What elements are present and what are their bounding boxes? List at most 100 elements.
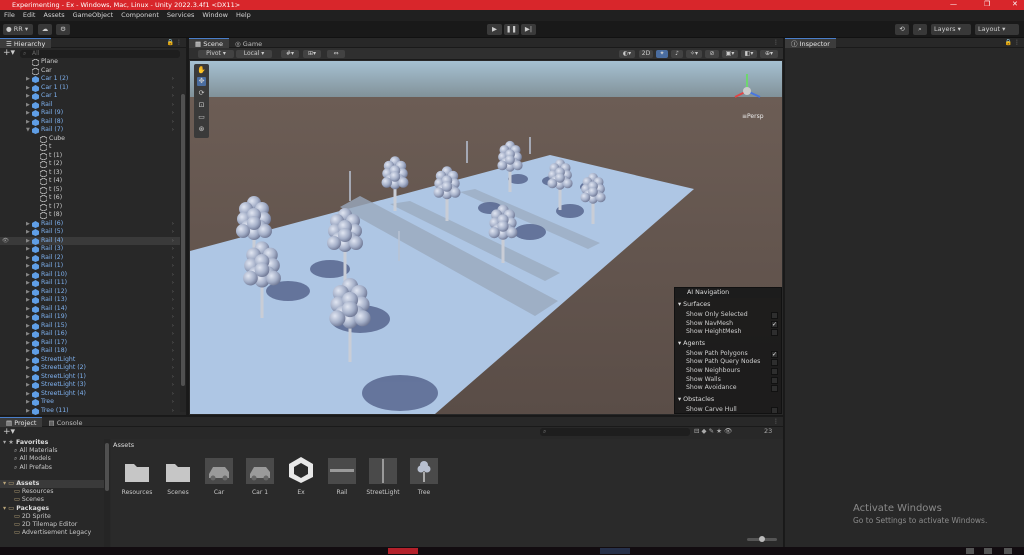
menu-item-file[interactable]: File [4,11,15,19]
history-icon[interactable]: ⟲ [895,24,909,35]
project-tree-scrollbar[interactable] [104,439,110,548]
shading-mode-icon[interactable]: ◐▾ [619,50,635,58]
prefab-open-icon[interactable]: › [172,364,174,373]
hierarchy-item[interactable]: ▶ Car 1 (1) › [0,84,180,93]
ai-nav-section[interactable]: ▾ Surfaces [678,301,710,308]
prefab-open-icon[interactable]: › [172,347,174,356]
expand-arrow-icon[interactable]: ▶ [26,381,30,390]
tab-console[interactable]: ▤ Console [42,418,88,428]
hierarchy-item[interactable]: t (7) [0,203,180,212]
prefab-open-icon[interactable]: › [172,296,174,305]
play-button[interactable]: ▶ [487,24,502,35]
prefab-open-icon[interactable]: › [172,254,174,263]
hierarchy-item[interactable]: ▶ Rail (12) › [0,288,180,297]
hierarchy-item[interactable]: t (3) [0,169,180,178]
project-tree-item[interactable] [0,472,104,480]
create-icon[interactable]: +▾ [3,427,15,437]
tab-project[interactable]: ▤ Project [0,417,43,427]
taskbar-app-icon[interactable] [600,548,630,554]
prefab-open-icon[interactable]: › [172,313,174,322]
hierarchy-item[interactable]: ▶ Rail (9) › [0,109,180,118]
expand-arrow-icon[interactable]: ▶ [26,237,30,246]
expand-arrow-icon[interactable]: ▶ [26,398,30,407]
hierarchy-item[interactable]: ▶ Car 1 (2) › [0,75,180,84]
expand-arrow-icon[interactable]: ▶ [26,75,30,84]
asset-unity[interactable]: Ex [281,456,321,502]
project-tree-item[interactable]: ▾ ▭ Packages [0,505,104,513]
taskbar-app-icon[interactable] [388,548,418,554]
asset-car[interactable]: Car 1 [240,456,280,502]
expand-arrow-icon[interactable]: ▶ [26,288,30,297]
hierarchy-item[interactable]: ▶ Rail (1) › [0,262,180,271]
project-tree-item[interactable]: ⌕ All Models [0,455,104,463]
hierarchy-item[interactable]: ▶ Rail (14) › [0,305,180,314]
search-icon[interactable]: ⌕ [913,24,927,35]
expand-arrow-icon[interactable]: ▶ [26,254,30,263]
expand-arrow-icon[interactable]: ▶ [26,101,30,110]
effects-icon[interactable]: ✧▾ [686,50,702,58]
prefab-open-icon[interactable]: › [172,339,174,348]
prefab-open-icon[interactable]: › [172,373,174,382]
hierarchy-item[interactable]: ▶ Tree (11) › [0,407,180,416]
ai-nav-checkbox[interactable] [771,359,778,367]
grid-snap-icon[interactable]: #▾ [281,50,299,58]
prefab-open-icon[interactable]: › [172,245,174,254]
pause-button[interactable]: ❚❚ [504,24,519,35]
cloud-icon[interactable]: ☁ [38,24,52,35]
gizmos-icon[interactable]: ◧▾ [741,50,757,58]
hierarchy-item[interactable]: t (8) [0,211,180,220]
expand-arrow-icon[interactable]: ▶ [26,279,30,288]
prefab-open-icon[interactable]: › [172,126,174,135]
visibility-icon[interactable]: 👁 [2,237,9,246]
audio-toggle-icon[interactable]: ♪ [671,50,683,58]
prefab-open-icon[interactable]: › [172,305,174,314]
expand-arrow-icon[interactable]: ▶ [26,339,30,348]
prefab-open-icon[interactable]: › [172,109,174,118]
hierarchy-item[interactable]: ▶ Rail (5) › [0,228,180,237]
light-toggle-icon[interactable]: ✦ [656,50,668,58]
expand-arrow-icon[interactable]: ▶ [26,390,30,399]
prefab-open-icon[interactable]: › [172,271,174,280]
expand-arrow-icon[interactable]: ▶ [26,245,30,254]
step-button[interactable]: ▶| [521,24,536,35]
hierarchy-item[interactable]: ▶ Rail (8) › [0,118,180,127]
hierarchy-item[interactable]: Plane [0,58,180,67]
rotate-snap-icon[interactable]: ⇔ [327,50,345,58]
expand-arrow-icon[interactable]: ▶ [26,322,30,331]
asset-tree[interactable]: Tree [404,456,444,502]
hierarchy-item[interactable]: ▶ Car 1 › [0,92,180,101]
toggle-2d-button[interactable]: 2D [639,50,653,58]
prefab-open-icon[interactable]: › [172,92,174,101]
panel-menu-icon[interactable]: 🔒 ⋮ [1005,39,1020,46]
prefab-open-icon[interactable]: › [172,390,174,399]
tray-icon[interactable] [1004,548,1012,554]
prefab-open-icon[interactable]: › [172,220,174,229]
hierarchy-scrollbar[interactable] [180,94,186,412]
prefab-open-icon[interactable]: › [172,84,174,93]
prefab-open-icon[interactable]: › [172,322,174,331]
hierarchy-item[interactable]: ▶ Rail (17) › [0,339,180,348]
hierarchy-item[interactable]: ▶ StreetLight (3) › [0,381,180,390]
close-button[interactable]: ✕ [1012,0,1018,9]
hierarchy-item[interactable]: ▶ Rail (19) › [0,313,180,322]
scroll-thumb[interactable] [105,443,109,491]
hierarchy-item[interactable]: Car [0,67,180,76]
layers-dropdown[interactable]: Layers ▾ [931,24,971,35]
hierarchy-item[interactable]: ▶ Rail (18) › [0,347,180,356]
ai-nav-checkbox[interactable]: ✓ [771,320,778,328]
hierarchy-item[interactable]: Cube [0,135,180,144]
hierarchy-item[interactable]: ▶ Rail (16) › [0,330,180,339]
account-button[interactable]: ● RR ▾ [3,24,33,35]
expand-arrow-icon[interactable]: ▼ [26,126,30,135]
rect-tool-icon[interactable]: ▭ [197,113,206,122]
hierarchy-item[interactable]: ▶ Rail (15) › [0,322,180,331]
expand-arrow-icon[interactable]: ▶ [26,228,30,237]
hierarchy-item[interactable]: ▶ Rail (13) › [0,296,180,305]
prefab-open-icon[interactable]: › [172,407,174,416]
menu-item-assets[interactable]: Assets [43,11,64,19]
prefab-open-icon[interactable]: › [172,75,174,84]
expand-arrow-icon[interactable]: ▶ [26,84,30,93]
hidden-objects-icon[interactable]: ⊘ [705,50,719,58]
expand-arrow-icon[interactable]: ▶ [26,118,30,127]
project-tree-item[interactable]: ▭ Resources [0,488,104,496]
